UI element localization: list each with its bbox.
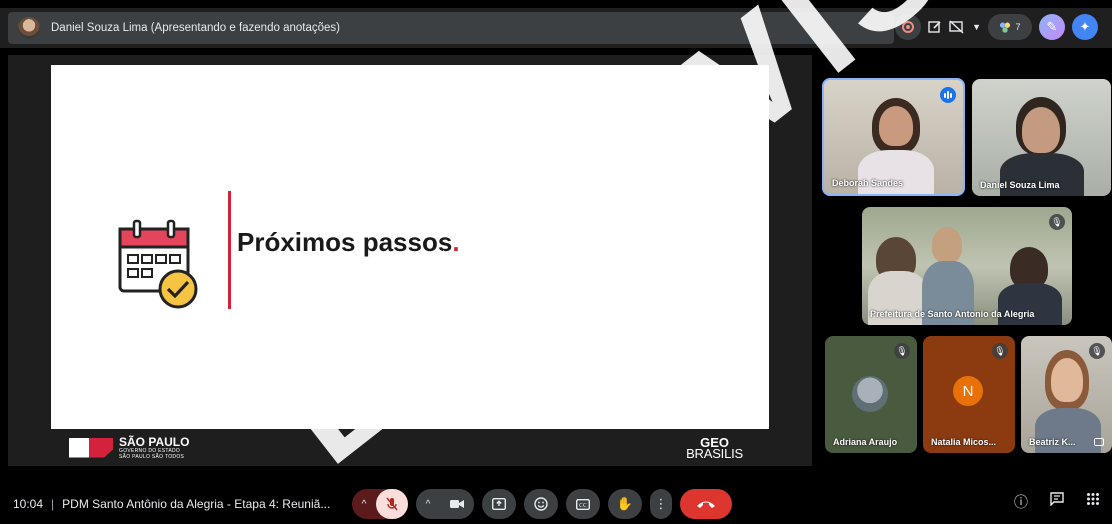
participant-tile-adriana[interactable]: 🎙 Adriana Araujo bbox=[825, 336, 917, 453]
slide-footer: SÃO PAULO GOVERNO DO ESTADO SÃO PAULO SÃ… bbox=[51, 429, 769, 466]
captions-icon[interactable]: CC bbox=[566, 489, 600, 519]
meeting-info: 10:04 | PDM Santo Antônio da Alegria - E… bbox=[13, 497, 330, 511]
activities-icon[interactable] bbox=[1086, 492, 1100, 512]
meeting-title: PDM Santo Antônio da Alegria - Etapa 4: … bbox=[62, 497, 331, 511]
participant-name: Beatriz K... bbox=[1029, 437, 1076, 447]
participant-tile-prefeitura[interactable]: 🎙 Prefeitura de Santo Antonio da Alegria bbox=[862, 207, 1072, 325]
mic-off-icon: 🎙 bbox=[894, 343, 910, 359]
title-divider bbox=[228, 191, 231, 309]
gemini-icon[interactable]: ✎ bbox=[1039, 14, 1065, 40]
presentation-stage: Próximos passos. SÃO PAULO GOVERNO DO ES… bbox=[8, 55, 812, 466]
participant-name: Deborah Sandes bbox=[832, 178, 904, 188]
mic-off-icon: 🎙 bbox=[1049, 214, 1065, 230]
present-off-icon[interactable] bbox=[949, 14, 965, 40]
avatar: N bbox=[953, 376, 983, 406]
mic-off-icon[interactable] bbox=[376, 489, 408, 519]
participant-tile-daniel[interactable]: Daniel Souza Lima bbox=[972, 79, 1111, 196]
avatar bbox=[18, 17, 40, 39]
people-button[interactable]: 7 bbox=[988, 14, 1032, 40]
chevron-down-icon[interactable]: ▼ bbox=[972, 14, 981, 40]
record-icon[interactable] bbox=[895, 14, 922, 40]
ai-assistant-icon[interactable]: ✦ bbox=[1072, 14, 1098, 40]
slide-title: Próximos passos. bbox=[237, 227, 460, 257]
side-panel-controls: ⓘ bbox=[1014, 492, 1100, 512]
top-bar: Daniel Souza Lima (Apresentando e fazend… bbox=[0, 8, 1112, 48]
presenter-name: Daniel Souza Lima (Apresentando e fazend… bbox=[51, 22, 340, 34]
camera-control: ^ bbox=[416, 489, 474, 519]
raise-hand-icon[interactable]: ✋ bbox=[608, 489, 642, 519]
mic-options-chevron-up-icon[interactable]: ^ bbox=[352, 489, 376, 519]
people-icon bbox=[999, 21, 1012, 33]
end-call-icon[interactable] bbox=[680, 489, 732, 519]
emoji-icon[interactable] bbox=[524, 489, 558, 519]
participant-name: Natalia Micos... bbox=[931, 437, 997, 447]
participant-name: Prefeitura de Santo Antonio da Alegria bbox=[870, 309, 1035, 319]
participant-name: Daniel Souza Lima bbox=[980, 180, 1060, 190]
participant-tile-deborah[interactable]: Deborah Sandes bbox=[822, 78, 965, 196]
separator: | bbox=[51, 497, 55, 511]
camera-icon[interactable] bbox=[440, 489, 474, 519]
participant-name: Adriana Araujo bbox=[833, 437, 898, 447]
meeting-time: 10:04 bbox=[13, 497, 44, 511]
pip-icon[interactable] bbox=[1094, 438, 1104, 446]
participant-tile-beatriz[interactable]: 🎙 Beatriz K... bbox=[1021, 336, 1112, 453]
mic-control: ^ bbox=[352, 489, 408, 519]
svg-text:CC: CC bbox=[579, 502, 587, 508]
more-icon[interactable]: ⋮ bbox=[650, 489, 672, 519]
mic-off-icon: 🎙 bbox=[1089, 343, 1105, 359]
speaking-icon bbox=[940, 87, 956, 103]
bottom-bar: 10:04 | PDM Santo Antônio da Alegria - E… bbox=[0, 484, 1112, 524]
present-icon[interactable] bbox=[482, 489, 516, 519]
camera-options-chevron-up-icon[interactable]: ^ bbox=[416, 489, 440, 519]
info-icon[interactable]: ⓘ bbox=[1014, 492, 1028, 512]
participant-tile-natalia[interactable]: N 🎙 Natalia Micos... bbox=[923, 336, 1015, 453]
participant-count: 7 bbox=[1015, 22, 1021, 32]
geobrasilis-logo: GEO BRASILIS bbox=[686, 434, 743, 461]
calendar-check-icon bbox=[118, 219, 198, 309]
sao-paulo-logo: SÃO PAULO GOVERNO DO ESTADO SÃO PAULO SÃ… bbox=[69, 436, 189, 460]
chat-icon[interactable] bbox=[1050, 492, 1064, 512]
call-controls: ^ ^ CC ✋ ⋮ bbox=[352, 489, 732, 519]
avatar bbox=[852, 376, 888, 412]
top-controls: ▼ 7 ✎ ✦ bbox=[895, 14, 1098, 40]
presenter-banner: Daniel Souza Lima (Apresentando e fazend… bbox=[8, 12, 894, 44]
annotate-icon[interactable] bbox=[928, 14, 942, 40]
mic-off-icon: 🎙 bbox=[992, 343, 1008, 359]
